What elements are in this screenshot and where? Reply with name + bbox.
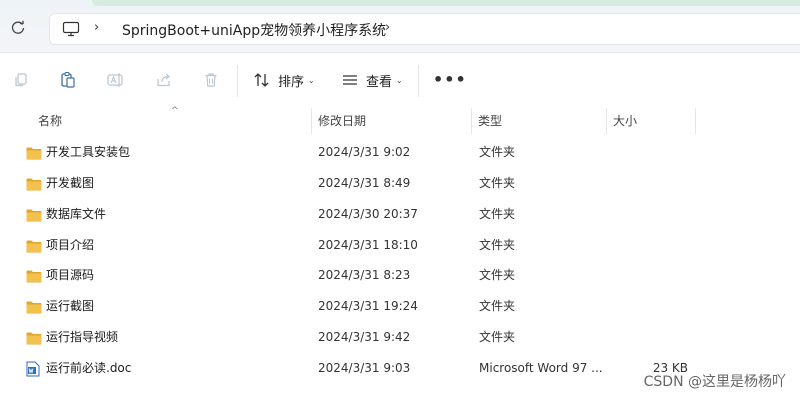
file-modified-date: 2024/3/31 9:42	[318, 330, 411, 344]
folder-icon	[26, 238, 42, 253]
file-type: 文件夹	[479, 299, 516, 313]
file-modified-date: 2024/3/31 9:03	[318, 361, 411, 375]
refresh-icon[interactable]	[10, 20, 26, 36]
table-row[interactable]: 开发工具安装包 2024/3/31 9:02 文件夹	[4, 137, 800, 168]
column-header: ^ 名称 修改日期 类型 大小	[4, 106, 800, 134]
rename-icon[interactable]	[106, 70, 126, 90]
column-header-modified[interactable]: 修改日期	[312, 108, 472, 134]
copy-icon[interactable]	[11, 70, 31, 90]
folder-icon	[26, 299, 42, 314]
table-row[interactable]: 数据库文件 2024/3/30 20:37 文件夹	[4, 199, 800, 230]
this-pc-icon[interactable]	[62, 21, 80, 37]
file-size	[614, 199, 688, 230]
table-row[interactable]: 项目介绍 2024/3/31 18:10 文件夹	[4, 230, 800, 261]
file-modified-date: 2024/3/31 18:10	[318, 238, 418, 252]
table-row[interactable]: 开发截图 2024/3/31 8:49 文件夹	[4, 168, 800, 199]
command-bar: 排序 ⌄ 查看 ⌄ •••	[0, 52, 800, 108]
chevron-down-icon: ⌄	[396, 76, 403, 85]
file-type: 文件夹	[479, 145, 516, 159]
file-size	[614, 291, 688, 322]
file-type: Microsoft Word 97 ...	[479, 361, 603, 375]
file-modified-date: 2024/3/30 20:37	[318, 207, 418, 221]
delete-icon[interactable]	[201, 70, 221, 90]
sort-label: 排序	[278, 75, 305, 90]
view-icon[interactable]	[340, 70, 360, 90]
file-modified-date: 2024/3/31 19:24	[318, 299, 418, 313]
toolbar-divider	[418, 65, 419, 97]
breadcrumb-chevron-icon[interactable]: ›	[94, 20, 99, 35]
view-button[interactable]: 查看 ⌄	[366, 71, 403, 90]
folder-icon	[26, 330, 42, 345]
folder-icon	[26, 268, 42, 283]
sort-icon[interactable]	[252, 70, 272, 90]
file-size	[614, 230, 688, 261]
file-modified-date: 2024/3/31 9:02	[318, 145, 411, 159]
folder-icon	[26, 176, 42, 191]
file-name: 运行前必读.doc	[46, 361, 132, 375]
file-name: 项目介绍	[46, 238, 95, 252]
file-type: 文件夹	[479, 176, 516, 190]
column-header-name[interactable]: 名称	[32, 108, 312, 134]
file-size	[614, 322, 688, 353]
file-name: 运行截图	[46, 299, 95, 313]
file-size	[614, 168, 688, 199]
window-accent-strip	[92, 0, 800, 6]
word-doc-icon	[26, 361, 42, 377]
file-name: 开发工具安装包	[46, 145, 131, 159]
table-row[interactable]: 运行截图 2024/3/31 19:24 文件夹	[4, 291, 800, 322]
breadcrumb-chevron-icon[interactable]: ›	[385, 20, 390, 35]
file-modified-date: 2024/3/31 8:23	[318, 268, 411, 282]
column-header-size[interactable]: 大小	[607, 108, 696, 134]
toolbar-divider	[237, 65, 238, 97]
paste-icon[interactable]	[58, 70, 78, 90]
file-size	[614, 260, 688, 291]
file-list: ^ 名称 修改日期 类型 大小 开发工具安装包 2024/3/31 9:02 文件夹…	[4, 106, 800, 403]
file-name: 数据库文件	[46, 207, 107, 221]
file-type: 文件夹	[479, 207, 516, 221]
file-size	[614, 137, 688, 168]
table-row[interactable]: 运行指导视频 2024/3/31 9:42 文件夹	[4, 322, 800, 353]
column-header-type[interactable]: 类型	[472, 108, 607, 134]
sort-button[interactable]: 排序 ⌄	[278, 71, 315, 90]
file-modified-date: 2024/3/31 8:49	[318, 176, 411, 190]
table-row[interactable]: 项目源码 2024/3/31 8:23 文件夹	[4, 260, 800, 291]
chevron-down-icon: ⌄	[308, 76, 315, 85]
view-label: 查看	[366, 75, 393, 90]
title-strip: › SpringBoot+uniApp宠物领养小程序系统 ›	[0, 0, 800, 53]
file-name: 运行指导视频	[46, 330, 119, 344]
more-options-icon[interactable]: •••	[433, 70, 467, 89]
watermark: CSDN @这里是杨杨吖	[643, 374, 786, 390]
file-name: 项目源码	[46, 268, 95, 282]
address-bar[interactable]: › SpringBoot+uniApp宠物领养小程序系统 ›	[49, 13, 800, 45]
share-icon[interactable]	[154, 70, 174, 90]
file-type: 文件夹	[479, 268, 516, 282]
folder-icon	[26, 207, 42, 222]
file-type: 文件夹	[479, 330, 516, 344]
breadcrumb-current-folder[interactable]: SpringBoot+uniApp宠物领养小程序系统	[122, 20, 386, 40]
file-name: 开发截图	[46, 176, 95, 190]
file-type: 文件夹	[479, 238, 516, 252]
folder-icon	[26, 145, 42, 160]
